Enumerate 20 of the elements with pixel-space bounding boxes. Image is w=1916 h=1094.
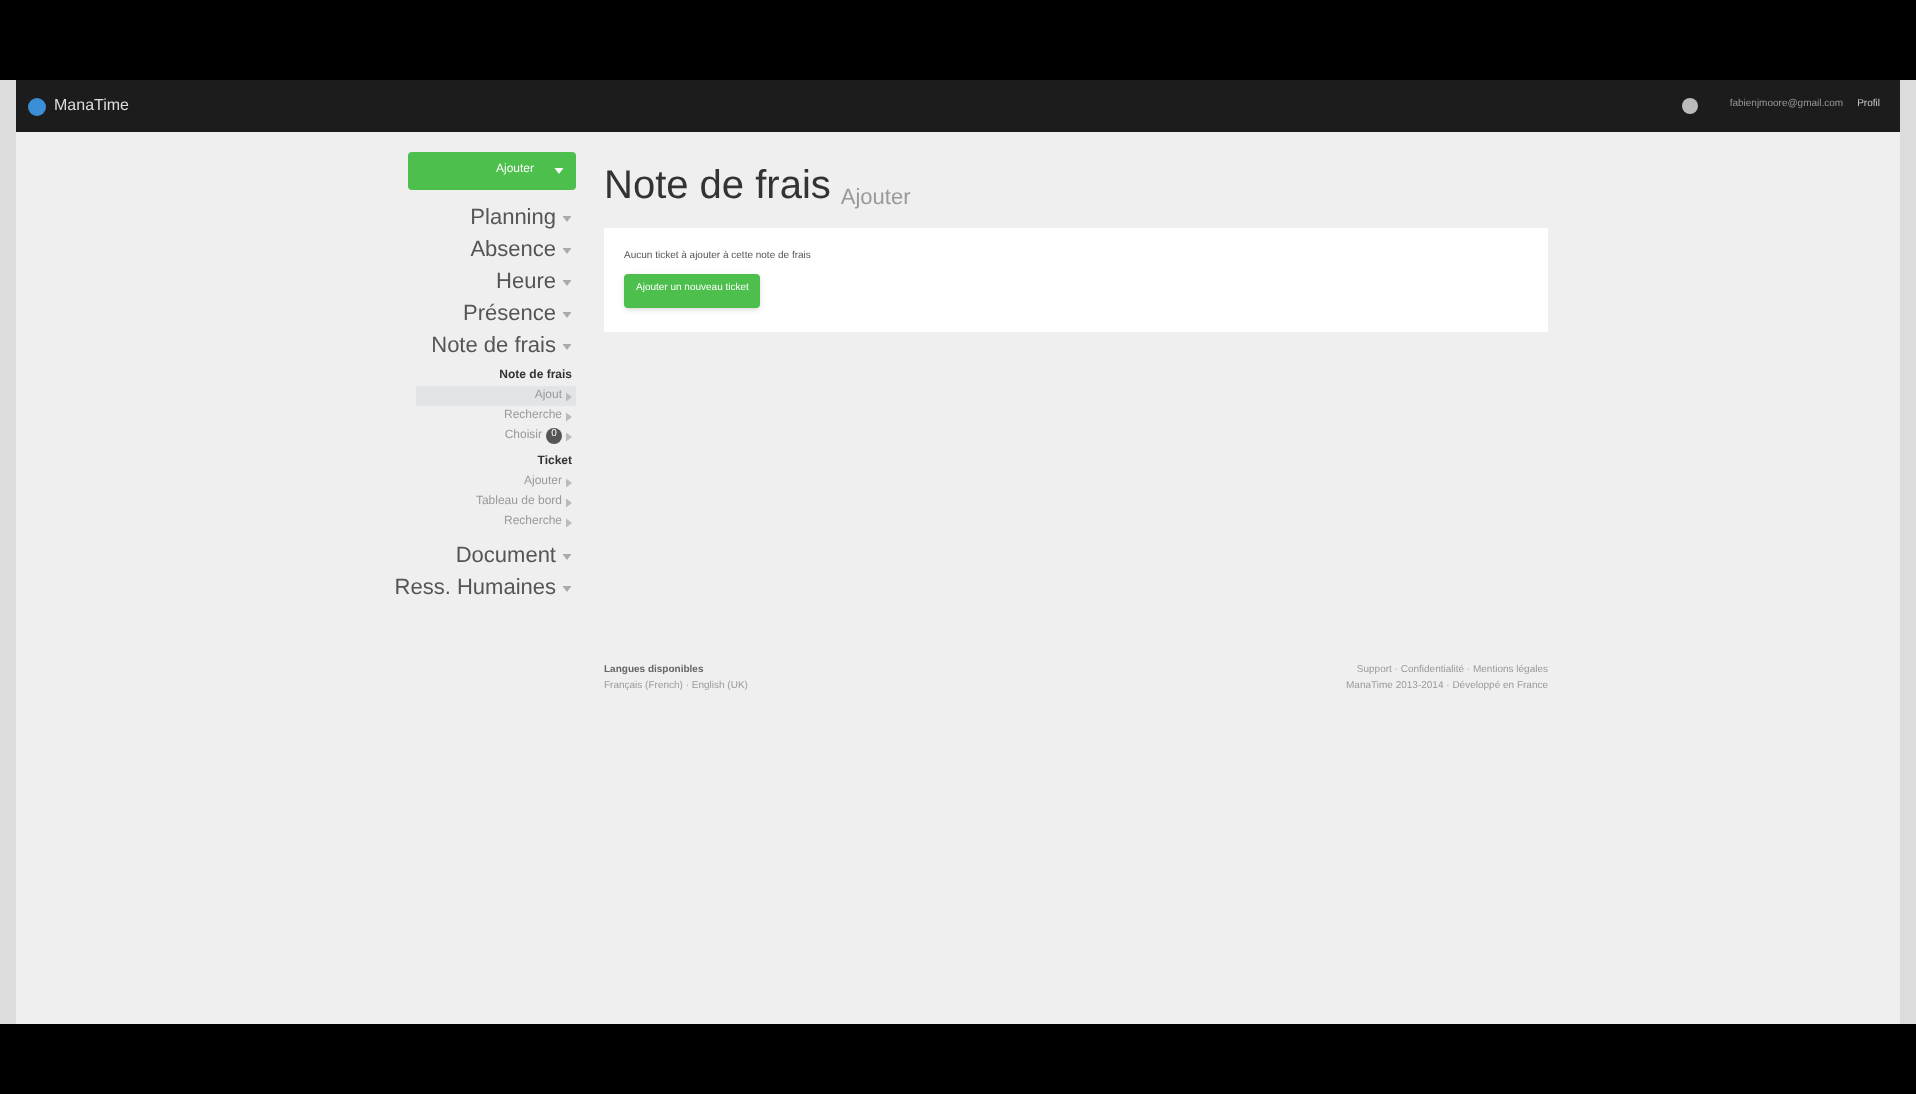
menu-item[interactable]: Présence — [463, 298, 576, 330]
menu-item[interactable]: Ress. Humaines — [394, 572, 576, 604]
page-subtitle: Ajouter — [840, 183, 911, 213]
chevron-icon — [562, 215, 572, 221]
caret-icon — [554, 168, 564, 174]
menu-item[interactable]: Planning — [470, 202, 576, 234]
chevron-icon — [562, 585, 572, 591]
chevron-icon — [562, 343, 572, 349]
menu-item[interactable]: Note de frais — [431, 330, 576, 362]
page-title: Note de frais — [604, 162, 831, 212]
chevron-icon — [562, 553, 572, 559]
brand-name[interactable]: ManaTime — [54, 94, 129, 118]
logo-icon — [28, 97, 46, 115]
menu-item[interactable]: Heure — [496, 266, 576, 298]
chevron-icon — [562, 247, 572, 253]
menu-item[interactable]: Absence — [470, 234, 576, 266]
chevron-icon — [562, 311, 572, 317]
menu-item[interactable]: Document — [455, 540, 576, 572]
help-icon[interactable] — [1681, 98, 1698, 114]
chevron-icon — [562, 279, 572, 285]
